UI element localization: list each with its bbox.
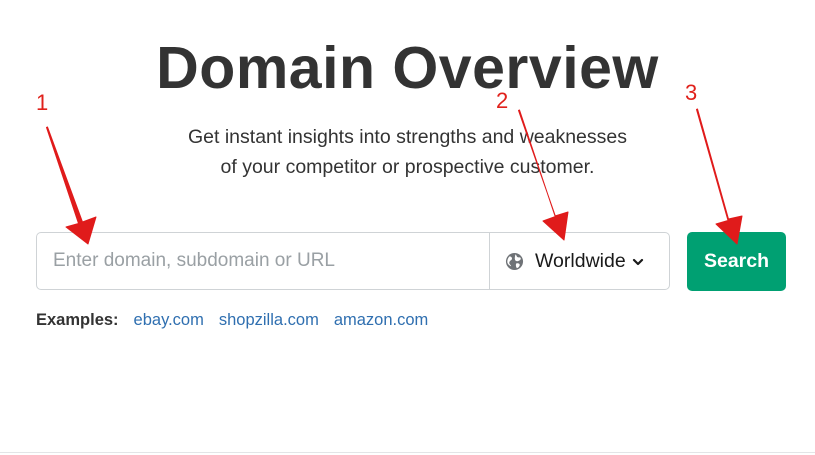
database-select-label: Worldwide xyxy=(535,249,626,272)
example-link-amazon[interactable]: amazon.com xyxy=(334,311,428,330)
page-subtitle: Get instant insights into strengths and … xyxy=(0,122,815,182)
chevron-down-icon xyxy=(632,255,644,267)
search-bar: Worldwide xyxy=(36,232,670,290)
examples-row: Examples: ebay.com shopzilla.com amazon.… xyxy=(36,308,443,332)
subtitle-line-2: of your competitor or prospective custom… xyxy=(220,156,595,178)
search-button[interactable]: Search xyxy=(687,232,786,291)
annotation-number-2: 2 xyxy=(496,88,509,113)
globe-icon xyxy=(505,252,524,271)
bottom-divider xyxy=(0,452,815,453)
annotation-number-3: 3 xyxy=(685,80,698,105)
domain-overview-page: Domain Overview Get instant insights int… xyxy=(0,0,815,455)
annotation-number-1: 1 xyxy=(36,90,49,115)
database-select[interactable]: Worldwide xyxy=(489,233,669,289)
domain-input[interactable] xyxy=(37,233,489,289)
example-link-ebay[interactable]: ebay.com xyxy=(134,311,204,330)
subtitle-line-1: Get instant insights into strengths and … xyxy=(188,126,627,148)
example-link-shopzilla[interactable]: shopzilla.com xyxy=(219,311,319,330)
examples-label: Examples: xyxy=(36,310,119,329)
